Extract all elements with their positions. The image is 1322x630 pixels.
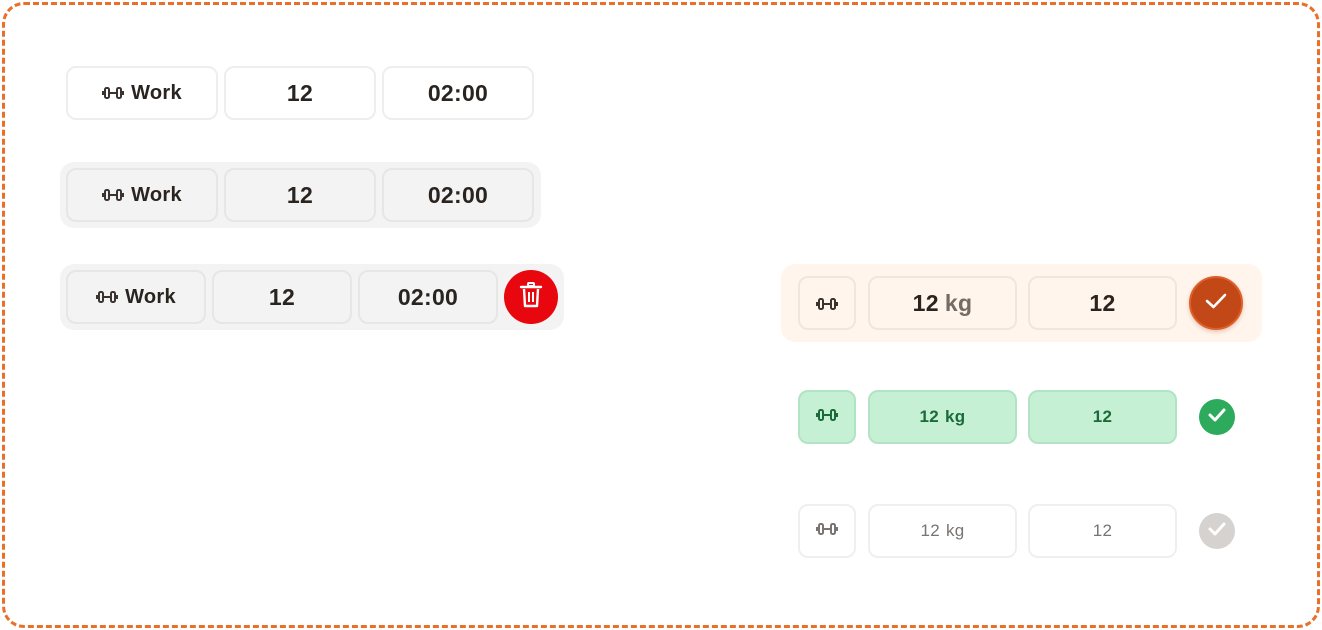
- set-completed-toggle[interactable]: [1199, 513, 1235, 549]
- weight-unit: kg: [944, 289, 973, 316]
- dumbbell-icon: [816, 407, 838, 427]
- weight-field[interactable]: 12 kg: [868, 504, 1017, 558]
- weight-value: 12: [919, 407, 940, 426]
- reps-field[interactable]: 12: [1028, 276, 1177, 330]
- weight-unit: kg: [945, 521, 965, 540]
- dumbbell-icon: [96, 290, 119, 304]
- dumbbell-icon: [102, 86, 125, 100]
- weight-value: 12: [920, 521, 940, 540]
- dumbbell-icon: [102, 188, 125, 202]
- set-completed-toggle[interactable]: [1199, 399, 1235, 435]
- check-circle-icon: [1207, 407, 1227, 428]
- dumbbell-icon: [816, 290, 838, 317]
- complete-set-button[interactable]: [1189, 276, 1243, 330]
- exercise-type-label: Work: [125, 285, 176, 308]
- exercise-icon-button[interactable]: [798, 390, 856, 444]
- exercise-type-button[interactable]: Work: [66, 66, 218, 120]
- duration-field[interactable]: 02:00: [382, 168, 534, 222]
- reps-field[interactable]: 12: [1028, 390, 1177, 444]
- duration-field[interactable]: 02:00: [358, 270, 498, 324]
- weight-field[interactable]: 12 kg: [868, 390, 1017, 444]
- weight-unit: kg: [945, 407, 966, 426]
- weight-value: 12: [912, 289, 939, 316]
- exercise-type-button[interactable]: Work: [66, 168, 218, 222]
- reps-field[interactable]: 12: [224, 168, 376, 222]
- check-circle-icon: [1207, 521, 1227, 542]
- delete-button[interactable]: [504, 270, 558, 324]
- exercise-icon-button[interactable]: [798, 276, 856, 330]
- reps-field[interactable]: 12: [1028, 504, 1177, 558]
- duration-field[interactable]: 02:00: [382, 66, 534, 120]
- trash-icon: [519, 281, 543, 313]
- exercise-icon-button[interactable]: [798, 504, 856, 558]
- check-icon: [1204, 292, 1228, 315]
- reps-field[interactable]: 12: [224, 66, 376, 120]
- reps-field[interactable]: 12: [212, 270, 352, 324]
- exercise-type-button[interactable]: Work: [66, 270, 206, 324]
- dumbbell-icon: [816, 521, 838, 541]
- weight-field[interactable]: 12 kg: [868, 276, 1017, 330]
- exercise-type-label: Work: [131, 183, 182, 206]
- exercise-type-label: Work: [131, 81, 182, 104]
